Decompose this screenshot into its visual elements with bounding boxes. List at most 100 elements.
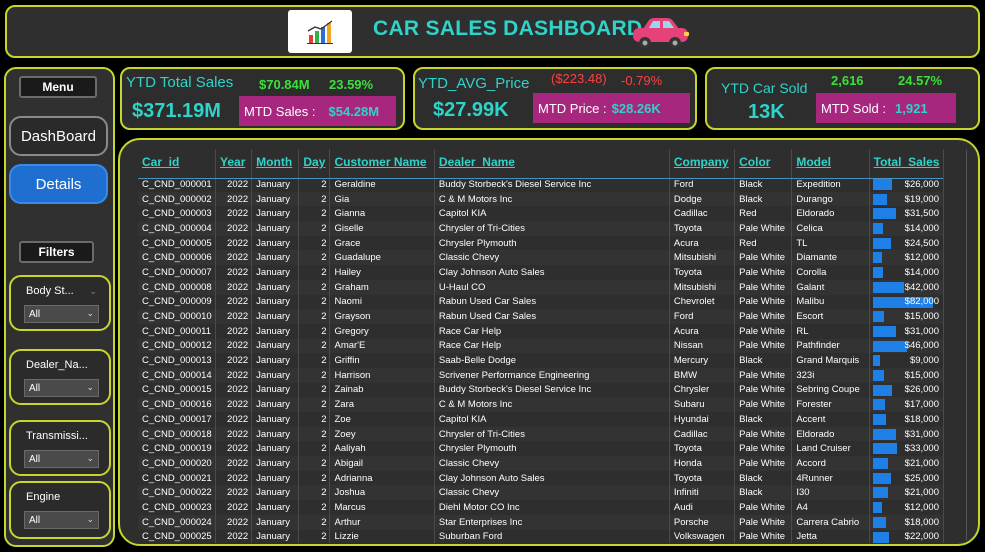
column-header-customer-name[interactable]: Customer Name bbox=[329, 149, 435, 177]
filter-body-style-select[interactable]: All ⌄ bbox=[24, 305, 99, 323]
total-sales-value: $12,000 bbox=[904, 501, 939, 513]
cell-dealer-name: Rabun Used Car Sales bbox=[434, 294, 670, 310]
column-header-company[interactable]: Company bbox=[669, 149, 736, 177]
table-row[interactable]: C_CND_000003 2022 January 2 Gianna Capitol KI… bbox=[138, 206, 945, 222]
kpi-car-sold-change-pct: 24.57% bbox=[898, 73, 943, 88]
cell-dealer-name: Classic Chevy bbox=[434, 456, 670, 471]
cell-dealer-name: Classic Chevy bbox=[434, 485, 670, 501]
total-sales-value: $26,000 bbox=[904, 178, 939, 190]
column-header-car-id[interactable]: Car_id bbox=[138, 149, 217, 177]
cell-day: 2 bbox=[298, 294, 331, 310]
cell-customer-name: Zoey bbox=[329, 426, 435, 442]
column-header-color[interactable]: Color bbox=[734, 149, 793, 177]
cell-color: Pale White bbox=[734, 456, 793, 471]
cell-customer-name: Lizzie bbox=[329, 529, 435, 543]
cell-car-id: C_CND_000005 bbox=[138, 235, 217, 251]
cell-customer-name: Joshua bbox=[329, 485, 435, 501]
column-header-dealer-name[interactable]: Dealer_Name bbox=[434, 149, 670, 177]
cell-total-sales: $12,000 bbox=[869, 250, 945, 266]
table-row[interactable]: C_CND_000013 2022 January 2 Griffin Saab-Bell… bbox=[138, 353, 945, 368]
cell-customer-name: Gia bbox=[329, 191, 435, 207]
cell-year: 2022 bbox=[215, 412, 253, 427]
cell-color: Pale White bbox=[734, 529, 793, 543]
cell-dealer-name: Diehl Motor CO Inc bbox=[434, 500, 670, 515]
cell-car-id: C_CND_000021 bbox=[138, 470, 217, 486]
page-title: CAR SALES DASHBOARD bbox=[373, 17, 643, 40]
cell-model: Corolla bbox=[791, 265, 870, 280]
table-row[interactable]: C_CND_000018 2022 January 2 Zoey Chrysler of … bbox=[138, 426, 945, 442]
cell-year: 2022 bbox=[215, 338, 253, 354]
table-row[interactable]: C_CND_000005 2022 January 2 Grace Chrysler Pl… bbox=[138, 235, 945, 251]
filter-dealer-name-select[interactable]: All ⌄ bbox=[24, 379, 99, 397]
table-row[interactable]: C_CND_000020 2022 January 2 Abigail Classic C… bbox=[138, 456, 945, 471]
table-row[interactable]: C_CND_000009 2022 January 2 Naomi Rabun Used … bbox=[138, 294, 945, 310]
cell-total-sales: $14,000 bbox=[869, 221, 945, 236]
kpi-avg-price-change-pct: -0.79% bbox=[621, 73, 663, 88]
cell-year: 2022 bbox=[215, 323, 253, 339]
cell-car-id: C_CND_000016 bbox=[138, 397, 217, 412]
filter-engine-select[interactable]: All ⌄ bbox=[24, 511, 99, 529]
table-row[interactable]: C_CND_000008 2022 January 2 Graham U-Haul CO M… bbox=[138, 279, 945, 295]
cell-customer-name: Arthur bbox=[329, 514, 435, 530]
column-header-total-sales[interactable]: Total_Sales bbox=[869, 149, 945, 177]
details-nav-button[interactable]: Details bbox=[9, 164, 108, 204]
table-row[interactable]: C_CND_000017 2022 January 2 Zoe Capitol KIA Hy… bbox=[138, 412, 945, 427]
cell-year: 2022 bbox=[215, 456, 253, 471]
table-row[interactable]: C_CND_000006 2022 January 2 Guadalupe Classic… bbox=[138, 250, 945, 266]
cell-company: Audi bbox=[669, 500, 736, 515]
table-row[interactable]: C_CND_000001 2022 January 2 Geraldine Buddy S… bbox=[138, 177, 945, 192]
chevron-down-icon[interactable]: ⌄ bbox=[89, 286, 97, 297]
cell-customer-name: Adrianna bbox=[329, 470, 435, 486]
cell-color: Pale White bbox=[734, 397, 793, 412]
table-row[interactable]: C_CND_000021 2022 January 2 Adrianna Clay Joh… bbox=[138, 470, 945, 486]
table-row[interactable]: C_CND_000024 2022 January 2 Arthur Star Enter… bbox=[138, 514, 945, 530]
menu-button[interactable]: Menu bbox=[19, 76, 97, 98]
table-row[interactable]: C_CND_000022 2022 January 2 Joshua Classic Ch… bbox=[138, 485, 945, 501]
cell-day: 2 bbox=[298, 514, 331, 530]
table-row[interactable]: C_CND_000007 2022 January 2 Hailey Clay Johns… bbox=[138, 265, 945, 280]
cell-company: Chrysler bbox=[669, 382, 736, 398]
table-row[interactable]: C_CND_000025 2022 January 2 Lizzie Suburban F… bbox=[138, 529, 945, 543]
cell-model: I30 bbox=[791, 485, 870, 501]
total-sales-value: $25,000 bbox=[904, 472, 939, 484]
cell-year: 2022 bbox=[215, 235, 253, 251]
table-row[interactable]: C_CND_000010 2022 January 2 Grayson Rabun Use… bbox=[138, 309, 945, 324]
table-row[interactable]: C_CND_000014 2022 January 2 Harrison Scrivene… bbox=[138, 367, 945, 383]
mtd-sold-box: MTD Sold : 1,921 bbox=[816, 93, 956, 123]
cell-year: 2022 bbox=[215, 177, 253, 192]
details-table-scroll-area[interactable]: Car_id Year Month Day Customer Name Deal… bbox=[138, 149, 978, 543]
chart-logo-icon bbox=[288, 10, 352, 53]
column-header-day[interactable]: Day bbox=[298, 149, 331, 177]
vertical-scrollbar[interactable] bbox=[966, 150, 974, 540]
dashboard-nav-button[interactable]: DashBoard bbox=[9, 116, 108, 156]
table-row[interactable]: C_CND_000023 2022 January 2 Marcus Diehl Moto… bbox=[138, 500, 945, 515]
cell-company: Hyundai bbox=[669, 412, 736, 427]
cell-total-sales: $31,500 bbox=[869, 206, 945, 222]
cell-model: 323i bbox=[791, 367, 870, 383]
table-row[interactable]: C_CND_000015 2022 January 2 Zainab Buddy Stor… bbox=[138, 382, 945, 398]
cell-month: January bbox=[251, 177, 300, 192]
details-nav-label: Details bbox=[35, 175, 82, 193]
table-row[interactable]: C_CND_000012 2022 January 2 Amar'E Race Car H… bbox=[138, 338, 945, 354]
cell-dealer-name: Scrivener Performance Engineering bbox=[434, 367, 670, 383]
column-header-model[interactable]: Model bbox=[791, 149, 870, 177]
filter-transmission-select[interactable]: All ⌄ bbox=[24, 450, 99, 468]
cell-color: Black bbox=[734, 470, 793, 486]
cell-model: Land Cruiser bbox=[791, 441, 870, 457]
cell-day: 2 bbox=[298, 470, 331, 486]
cell-month: January bbox=[251, 221, 300, 236]
table-row[interactable]: C_CND_000016 2022 January 2 Zara C & M Motors… bbox=[138, 397, 945, 412]
table-row[interactable]: C_CND_000002 2022 January 2 Gia C & M Motors … bbox=[138, 191, 945, 207]
kpi-total-sales-value: $371.19M bbox=[132, 100, 221, 122]
table-row[interactable]: C_CND_000019 2022 January 2 Aaliyah Chrysler … bbox=[138, 441, 945, 457]
table-row[interactable]: C_CND_000011 2022 January 2 Gregory Race Car … bbox=[138, 323, 945, 339]
cell-year: 2022 bbox=[215, 279, 253, 295]
cell-day: 2 bbox=[298, 235, 331, 251]
column-header-month[interactable]: Month bbox=[251, 149, 300, 177]
column-header-year[interactable]: Year bbox=[215, 149, 253, 177]
total-sales-value: $31,500 bbox=[904, 208, 939, 220]
total-sales-value: $9,000 bbox=[909, 355, 939, 367]
cell-month: January bbox=[251, 294, 300, 310]
table-row[interactable]: C_CND_000004 2022 January 2 Giselle Chrysler … bbox=[138, 221, 945, 236]
filters-button[interactable]: Filters bbox=[19, 241, 94, 263]
